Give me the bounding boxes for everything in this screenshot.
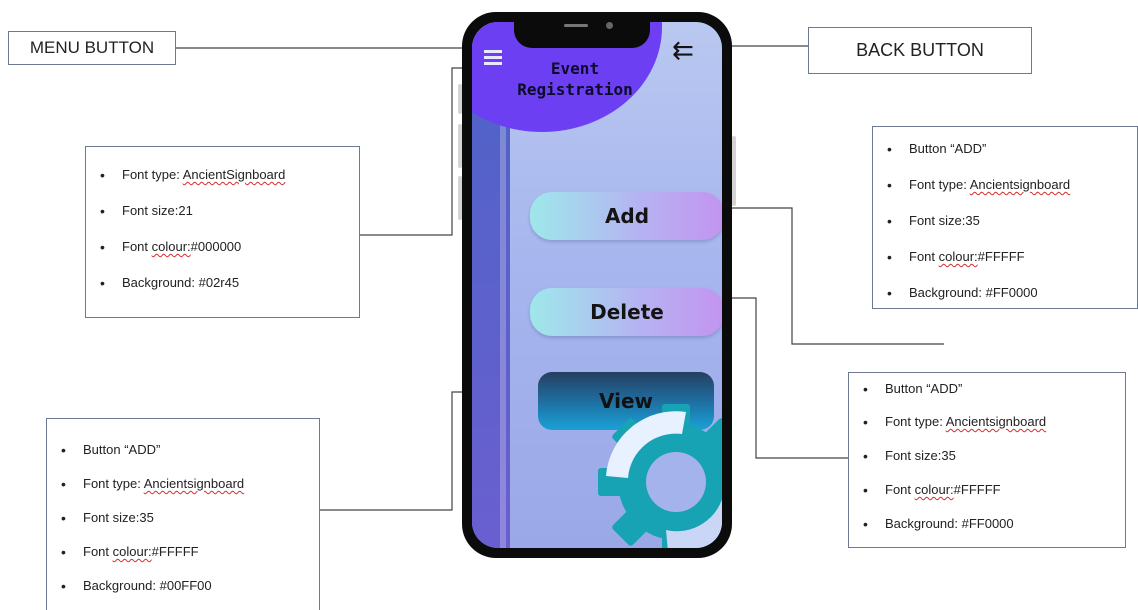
- note-item: Font colour:#000000: [86, 229, 359, 265]
- add-button[interactable]: Add: [530, 192, 722, 240]
- menu-button-label-text: MENU BUTTON: [29, 38, 155, 57]
- add-button-style-note: Button “ADD” Font type: Ancientsignboard…: [872, 126, 1138, 311]
- add-button-label: Add: [604, 204, 650, 228]
- delete-button[interactable]: Delete: [530, 288, 722, 336]
- phone-side-button: [458, 84, 462, 114]
- speaker: [564, 24, 588, 27]
- note-item: Button “ADD”: [47, 433, 319, 467]
- back-arrow-icon[interactable]: ⇇: [672, 38, 694, 64]
- note-item: Font size:35: [873, 203, 1137, 239]
- note-item: Font size:35: [47, 501, 319, 535]
- app-title-line1: Event: [550, 59, 600, 78]
- phone-side-button: [732, 136, 736, 206]
- note-item: Font type: Ancientsignboard: [873, 167, 1137, 203]
- phone-screen: ⇇ Event Registration Add Delete View: [472, 22, 722, 548]
- phone-mockup: ⇇ Event Registration Add Delete View: [458, 12, 736, 558]
- app-title: Event Registration: [500, 58, 650, 100]
- note-item: Button “ADD”: [873, 131, 1137, 167]
- phone-notch: [514, 22, 650, 48]
- note-item: Background: #02r45: [86, 265, 359, 301]
- note-item: Font type: AncientSignboard: [86, 157, 359, 193]
- note-item: Font type: Ancientsignboard: [849, 405, 1125, 439]
- phone-side-button: [458, 176, 462, 220]
- note-item: Font colour:#FFFFF: [849, 473, 1125, 507]
- note-item: Font colour:#FFFFF: [873, 239, 1137, 275]
- gear-icon: [598, 404, 722, 548]
- back-button-label: BACK BUTTON: [808, 27, 1032, 74]
- note-item: Button “ADD”: [849, 373, 1125, 405]
- note-item: Font size:21: [86, 193, 359, 229]
- menu-button-label: MENU BUTTON: [8, 31, 176, 65]
- note-item: Background: #FF0000: [849, 507, 1125, 541]
- note-item: Background: #00FF00: [47, 569, 319, 603]
- note-item: Font size:35: [849, 439, 1125, 473]
- title-style-note: Font type: AncientSignboard Font size:21…: [85, 146, 360, 318]
- phone-side-button: [458, 124, 462, 168]
- delete-button-label: Delete: [590, 300, 664, 324]
- app-title-line2: Registration: [517, 80, 633, 99]
- note-item: Font colour:#FFFFF: [47, 535, 319, 569]
- view-button-style-note: Button “ADD” Font type: Ancientsignboard…: [46, 418, 320, 610]
- note-item: Background: #FF0000: [873, 275, 1137, 311]
- delete-button-style-note: Button “ADD” Font type: Ancientsignboard…: [848, 372, 1126, 548]
- note-item: Font type: Ancientsignboard: [47, 467, 319, 501]
- back-button-label-text: BACK BUTTON: [856, 40, 984, 60]
- camera: [606, 22, 613, 29]
